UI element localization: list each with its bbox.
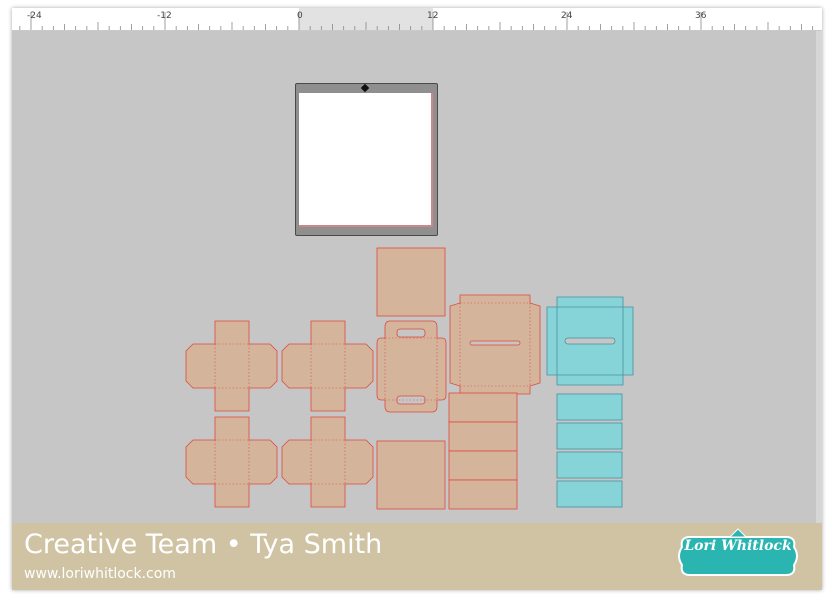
horizontal-ruler: -24 -12 0 12 24 36 [12,8,822,31]
cross-box-net[interactable] [185,320,278,412]
cross-box-net[interactable] [281,320,374,412]
design-space-window: -24 -12 0 12 24 36 Creative Team • Tya S… [12,8,822,590]
creative-team-title: Creative Team • Tya Smith [24,529,383,560]
strip-panel[interactable] [448,479,518,510]
ruler-label-12: 12 [427,11,439,21]
strip-panel[interactable] [448,421,518,452]
blue-strip-panel[interactable] [556,422,623,450]
blue-strip-panel[interactable] [556,480,623,508]
square-panel[interactable] [376,247,446,317]
design-canvas[interactable] [12,31,822,523]
square-panel[interactable] [376,440,446,510]
website-url: www.loriwhitlock.com [24,566,176,582]
strip-panel[interactable] [448,450,518,481]
lori-whitlock-logo-icon [678,528,798,576]
cross-box-net[interactable] [281,416,374,508]
strip-panel[interactable] [448,392,518,423]
ruler-label-24: 24 [561,11,573,21]
ruler-label-neg24: -24 [27,11,42,21]
cross-box-net[interactable] [185,416,278,508]
ruler-label-neg12: -12 [157,11,172,21]
vertical-scrollbar[interactable] [816,31,822,523]
blue-strip-panel[interactable] [556,451,623,479]
credit-banner: Creative Team • Tya Smith www.loriwhitlo… [12,523,822,590]
ruler-label-0: 0 [297,11,303,21]
ruler-label-36: 36 [695,11,707,21]
cut-pieces-layer [185,247,634,510]
logo-text: Lori Whitlock [684,538,792,554]
blue-strip-panel[interactable] [556,393,623,421]
